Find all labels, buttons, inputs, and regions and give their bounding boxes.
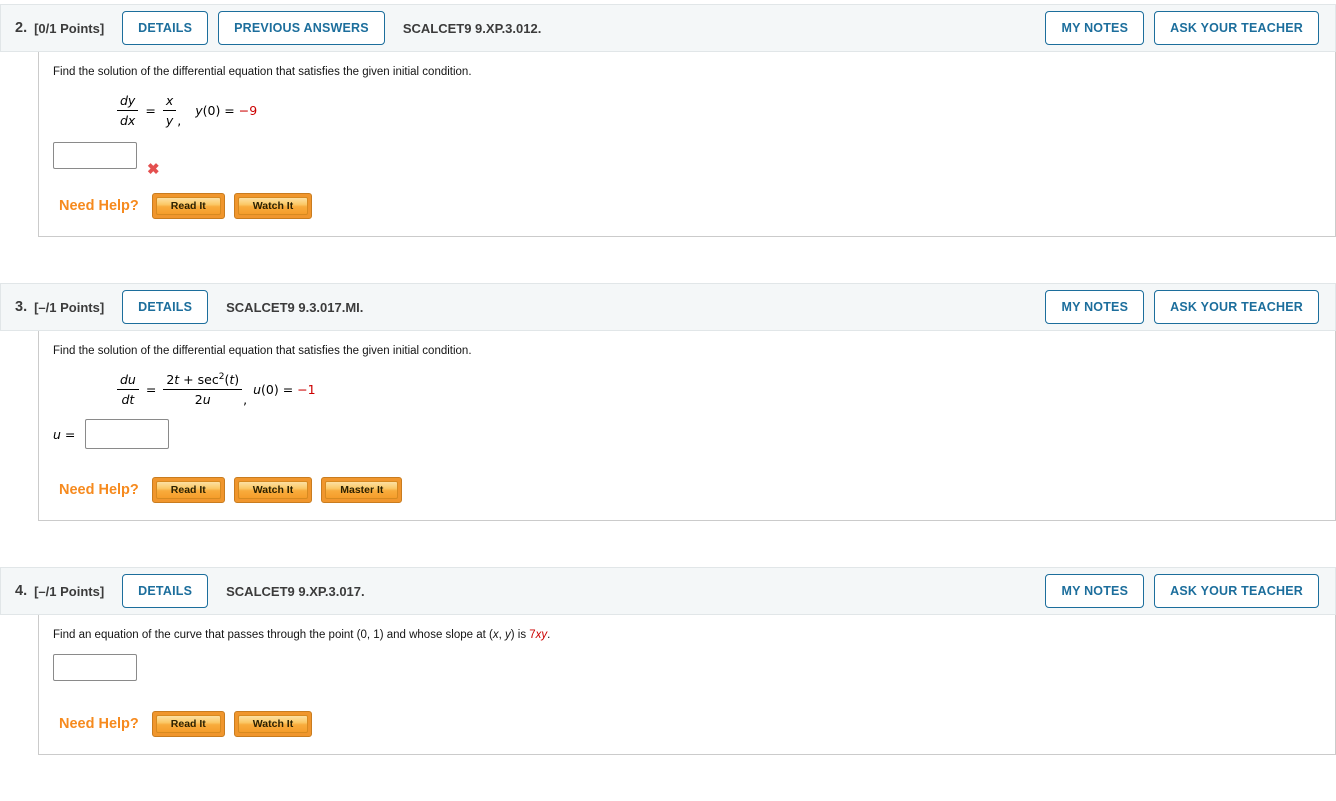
problem-number: 4. — [15, 583, 28, 600]
fraction-denominator: dx — [120, 113, 136, 128]
condition-text: (0) = — [261, 382, 298, 398]
condition-text: (0) = — [202, 103, 239, 118]
fraction-numerator: x — [162, 93, 177, 111]
answer-input[interactable] — [53, 654, 137, 682]
answer-label: u = — [53, 426, 80, 442]
answer-row: u = — [53, 419, 1321, 450]
condition-variable: y — [195, 103, 203, 118]
read-it-button[interactable]: Read It — [151, 193, 225, 219]
fraction-numerator: 2t + sec2(t) — [163, 372, 243, 391]
answer-input[interactable] — [53, 142, 137, 169]
fraction-numerator: dy — [117, 93, 139, 111]
watch-it-button[interactable]: Watch It — [233, 193, 313, 219]
comma: , — [177, 113, 182, 128]
problem-3-header-left: 3. [–/1 Points] DETAILS SCALCET9 9.3.017… — [15, 290, 363, 324]
lhs-fraction: du dt — [117, 372, 139, 407]
need-help-label: Need Help? — [59, 482, 139, 499]
master-it-label: Master It — [325, 481, 399, 500]
slope-variables: xy — [535, 629, 548, 642]
problem-2-body: Find the solution of the differential eq… — [38, 52, 1336, 237]
read-it-label: Read It — [155, 481, 221, 500]
ask-your-teacher-button[interactable]: ASK YOUR TEACHER — [1154, 290, 1319, 324]
previous-answers-button[interactable]: PREVIOUS ANSWERS — [218, 11, 385, 45]
details-button[interactable]: DETAILS — [122, 290, 209, 324]
answer-row: ✖ — [53, 142, 1321, 177]
fraction-numerator: du — [117, 372, 139, 391]
problem-4-header-left: 4. [–/1 Points] DETAILS SCALCET9 9.XP.3.… — [15, 574, 365, 609]
need-help-row: Need Help? Read It Watch It — [59, 711, 1321, 738]
lhs-fraction: dy dx — [117, 93, 139, 128]
problem-prompt: Find the solution of the differential eq… — [53, 66, 472, 78]
read-it-button[interactable]: Read It — [151, 477, 225, 504]
my-notes-button[interactable]: MY NOTES — [1045, 574, 1145, 609]
fraction-denominator: 2u — [194, 392, 211, 408]
condition-value: −9 — [238, 103, 258, 118]
condition-variable: u — [253, 382, 262, 398]
watch-it-label: Watch It — [237, 197, 309, 215]
need-help-row: Need Help? Read It Watch It Master It — [59, 477, 1321, 504]
my-notes-button[interactable]: MY NOTES — [1045, 11, 1145, 45]
need-help-row: Need Help? Read It Watch It — [59, 193, 1321, 219]
equation: du dt = 2t + sec2(t) 2u , u(0) = −1 — [117, 372, 1321, 407]
read-it-label: Read It — [155, 197, 221, 215]
initial-condition: u(0) = −1 — [253, 382, 316, 397]
rhs-fraction: 2t + sec2(t) 2u — [163, 372, 243, 408]
problem-4-header-right: MY NOTES ASK YOUR TEACHER — [1045, 574, 1319, 609]
problem-code: SCALCET9 9.XP.3.012. — [402, 20, 542, 36]
condition-value: −1 — [297, 382, 316, 398]
read-it-button[interactable]: Read It — [151, 711, 225, 738]
watch-it-label: Watch It — [237, 481, 309, 500]
problem-number: 3. — [15, 299, 28, 315]
problem-prompt: Find the solution of the differential eq… — [53, 345, 472, 357]
problem-code: SCALCET9 9.XP.3.017. — [226, 583, 365, 599]
watch-it-button[interactable]: Watch It — [233, 477, 313, 504]
assignment-page: 2. [0/1 Points] DETAILS PREVIOUS ANSWERS… — [0, 0, 1336, 756]
problem-2-header-right: MY NOTES ASK YOUR TEACHER — [1045, 11, 1319, 45]
problem-card-2: 2. [0/1 Points] DETAILS PREVIOUS ANSWERS… — [0, 4, 1336, 237]
need-help-label: Need Help? — [59, 716, 139, 733]
master-it-button[interactable]: Master It — [321, 477, 403, 504]
incorrect-x-icon: ✖ — [147, 161, 160, 178]
problem-card-4: 4. [–/1 Points] DETAILS SCALCET9 9.XP.3.… — [0, 567, 1336, 756]
initial-condition: y(0) = −9 — [195, 103, 257, 118]
rhs-fraction: x y — [162, 93, 177, 128]
problem-points: [0/1 Points] — [34, 20, 105, 36]
fraction-denominator: y — [165, 113, 174, 128]
problem-code: SCALCET9 9.3.017.MI. — [226, 299, 364, 315]
equation: dy dx = x y , y(0) = −9 — [117, 93, 1321, 128]
read-it-label: Read It — [155, 715, 221, 734]
ask-your-teacher-button[interactable]: ASK YOUR TEACHER — [1154, 574, 1319, 609]
problem-3-header: 3. [–/1 Points] DETAILS SCALCET9 9.3.017… — [0, 283, 1336, 331]
fraction-denominator: dt — [121, 392, 135, 408]
answer-input[interactable] — [85, 419, 170, 450]
problem-3-header-right: MY NOTES ASK YOUR TEACHER — [1045, 290, 1319, 324]
problem-card-3: 3. [–/1 Points] DETAILS SCALCET9 9.3.017… — [0, 283, 1336, 522]
problem-4-body: Find an equation of the curve that passe… — [38, 615, 1336, 756]
ask-your-teacher-button[interactable]: ASK YOUR TEACHER — [1154, 11, 1319, 45]
equals-sign: = — [145, 103, 156, 118]
answer-row — [53, 654, 1321, 682]
details-button[interactable]: DETAILS — [122, 11, 209, 45]
watch-it-button[interactable]: Watch It — [233, 711, 313, 738]
problem-4-header: 4. [–/1 Points] DETAILS SCALCET9 9.XP.3.… — [0, 567, 1336, 616]
comma: , — [243, 392, 248, 408]
problem-3-body: Find the solution of the differential eq… — [38, 331, 1336, 522]
watch-it-label: Watch It — [237, 715, 309, 734]
problem-points: [–/1 Points] — [34, 583, 105, 599]
problem-prompt: Find an equation of the curve that passe… — [53, 629, 551, 642]
problem-2-header: 2. [0/1 Points] DETAILS PREVIOUS ANSWERS… — [0, 4, 1336, 52]
need-help-label: Need Help? — [59, 198, 139, 214]
details-button[interactable]: DETAILS — [122, 574, 209, 609]
problem-2-header-left: 2. [0/1 Points] DETAILS PREVIOUS ANSWERS… — [15, 11, 541, 45]
equals-sign: = — [145, 382, 157, 398]
problem-points: [–/1 Points] — [34, 299, 105, 315]
my-notes-button[interactable]: MY NOTES — [1045, 290, 1145, 324]
problem-number: 2. — [15, 20, 28, 36]
